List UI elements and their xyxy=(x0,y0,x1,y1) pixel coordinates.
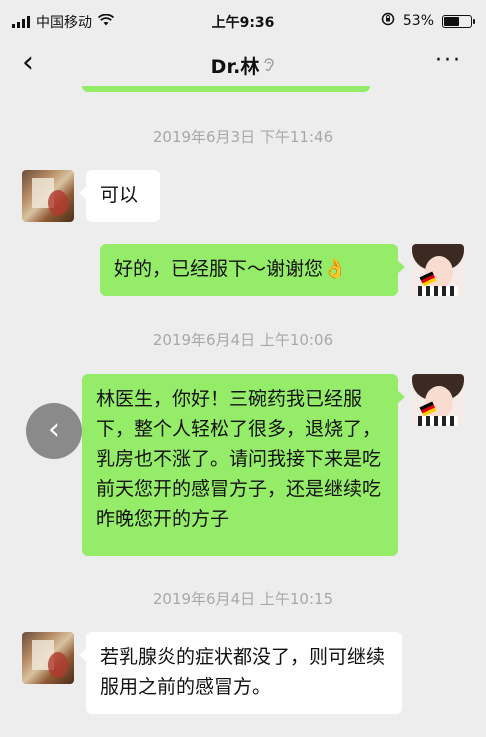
message-bubble-sent[interactable]: 好的，已经服下～谢谢您👌 xyxy=(100,244,405,296)
doctor-avatar[interactable] xyxy=(22,632,74,684)
rotation-lock-icon xyxy=(381,12,395,30)
doctor-avatar[interactable] xyxy=(22,170,74,222)
message-bubble-received[interactable]: 可以 xyxy=(79,170,160,222)
message-timestamp: 2019年6月3日 下午11:46 xyxy=(152,128,334,146)
message-bubble-received[interactable]: 若乳腺炎的症状都没了，则可继续服用之前的感冒方。 xyxy=(79,632,402,714)
user-avatar[interactable] xyxy=(412,244,464,296)
battery-level xyxy=(444,16,459,26)
status-bar: 中国移动 上午9:36 53% xyxy=(0,0,486,40)
message-timestamp: 2019年6月4日 上午10:15 xyxy=(152,590,334,608)
user-avatar[interactable] xyxy=(412,374,464,426)
status-right: 53% xyxy=(381,12,475,30)
message-timestamp: 2019年6月4日 上午10:06 xyxy=(152,331,334,349)
contact-name: Dr.林 xyxy=(210,56,260,78)
chat-title: Dr.林 xyxy=(0,52,486,79)
nav-bar: ‹ Dr.林 ··· xyxy=(0,40,486,86)
more-options-button[interactable]: ··· xyxy=(435,48,462,73)
message-bubble-sent[interactable]: 林医生，你好！三碗药我已经服下，整个人轻松了很多，退烧了，乳房也不涨了。请问我接… xyxy=(82,374,405,556)
avatar-shirt xyxy=(418,286,458,296)
battery-percent: 53% xyxy=(402,13,434,29)
avatar-shirt xyxy=(418,416,458,426)
previous-message-bubble xyxy=(82,86,370,92)
battery-icon xyxy=(442,14,475,28)
ear-icon xyxy=(263,57,275,77)
floating-back-button[interactable]: ‹ xyxy=(26,403,82,459)
